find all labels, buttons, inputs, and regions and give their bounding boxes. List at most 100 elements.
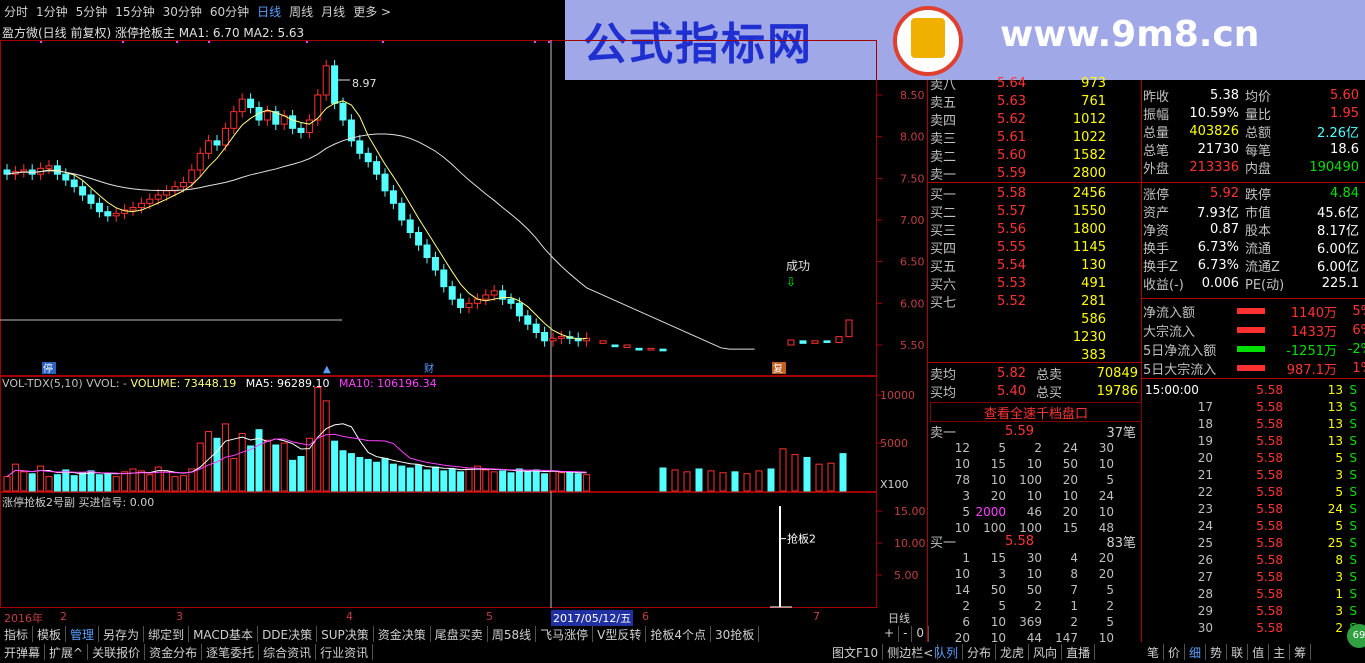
period-0[interactable]: 分时 (0, 3, 32, 20)
bids-row[interactable]: 383 (930, 346, 1106, 364)
depth-cell: 10 (954, 567, 970, 581)
toolbar-tab-8[interactable]: 资金决策 (374, 626, 431, 642)
toolbar-tab-3[interactable]: 另存为 (99, 626, 145, 642)
volume-bar (465, 467, 473, 492)
period-5[interactable]: 60分钟 (206, 3, 253, 20)
asks-row[interactable]: 卖三 5.61 1022 (930, 128, 1106, 147)
depth-row: 20 10 44 147 10 (934, 631, 1114, 645)
candle-body (331, 65, 339, 104)
tick-header: 15:00:00 5.58 13 S (1143, 381, 1365, 398)
top-marker-dot (548, 41, 550, 43)
toolbar-tab-1[interactable]: 模板 (33, 626, 67, 642)
tick-tab-7[interactable]: 筹 (1290, 644, 1312, 660)
bids-row[interactable]: 买七 5.52 281 (930, 292, 1106, 311)
tick-tab-0[interactable]: 笔 (1143, 644, 1165, 660)
ext-tab-1[interactable]: 扩展^ (45, 644, 89, 660)
asks-row[interactable]: 卖一 5.59 2800 (930, 164, 1106, 183)
period-4[interactable]: 30分钟 (159, 3, 206, 20)
volume-bar (213, 437, 221, 492)
tick-time: 28 (1197, 586, 1213, 601)
toolbar-tab-2[interactable]: 管理 (66, 626, 100, 642)
toolbar-tab-14[interactable]: 30抢板 (711, 626, 760, 642)
period-7[interactable]: 周线 (285, 3, 317, 20)
price-tick-label: 7.50 (900, 172, 925, 185)
tick-tab-3[interactable]: 势 (1206, 644, 1228, 660)
tick-tab-5[interactable]: 值 (1248, 644, 1270, 660)
tick-tab-2[interactable]: 细 (1185, 644, 1207, 660)
stat-key: 净资 (1143, 223, 1170, 239)
period-9[interactable]: 更多 > (349, 3, 395, 20)
volume-bar (457, 471, 465, 492)
tick-row: 27 5.58 3 S (1143, 568, 1365, 585)
f10-tab-0[interactable]: 图文F10 (828, 644, 884, 660)
ext-tab-5[interactable]: 综合资讯 (259, 644, 317, 660)
badge-icon[interactable]: 69 (1347, 624, 1365, 648)
toolbar-tab-6[interactable]: DDE决策 (258, 626, 318, 642)
toolbar-tab-13[interactable]: 抢板4个点 (646, 626, 711, 642)
period-3[interactable]: 15分钟 (111, 3, 158, 20)
candle-body (440, 269, 448, 288)
depth-cell: 2 (1070, 615, 1078, 629)
date-period: 日线 (888, 612, 910, 625)
toolbar-tab-4[interactable]: 绑定到 (144, 626, 190, 642)
book-volume: 1012 (1072, 111, 1106, 127)
asks-row[interactable]: 卖八 5.64 973 (930, 74, 1106, 93)
panel-tab-2[interactable]: 龙虎 (996, 644, 1030, 660)
asks-row[interactable]: 卖二 5.60 1582 (930, 146, 1106, 165)
book-price: 5.53 (997, 275, 1026, 291)
panel-tab-3[interactable]: 风向 (1029, 644, 1063, 660)
toolbar-tab-9[interactable]: 尾盘买卖 (431, 626, 488, 642)
volume-bar (104, 473, 112, 492)
bids-row[interactable]: 1230 (930, 328, 1106, 346)
tick-flag: S (1349, 484, 1357, 499)
bids-row[interactable]: 586 (930, 310, 1106, 328)
book-price: 5.63 (997, 93, 1026, 109)
period-6[interactable]: 日线 (253, 3, 285, 20)
f10-toolbar: 图文F10 侧边栏< (828, 644, 939, 660)
bids-row[interactable]: 买三 5.56 1800 (930, 220, 1106, 239)
stat-key: 总量 (1143, 125, 1170, 141)
tick-tab-6[interactable]: 主 (1269, 644, 1291, 660)
bids-row[interactable]: 买五 5.54 130 (930, 256, 1106, 275)
toolbar-tab-5[interactable]: MACD基本 (189, 626, 259, 642)
volume-bar (87, 470, 95, 492)
panel-tab-1[interactable]: 分布 (963, 644, 997, 660)
panel-tab-0[interactable]: 队列 (930, 644, 964, 660)
tick-tab-4[interactable]: 联 (1227, 644, 1249, 660)
ext-tab-4[interactable]: 逐笔委托 (202, 644, 260, 660)
candle-body (205, 140, 213, 154)
ext-tab-0[interactable]: 开弹幕 (0, 644, 46, 660)
zoom-btn-1[interactable]: - (899, 626, 913, 642)
bids-row[interactable]: 买六 5.53 491 (930, 274, 1106, 293)
toolbar-tab-7[interactable]: SUP决策 (317, 626, 374, 642)
volume-bar (779, 448, 787, 492)
asks-row[interactable]: 卖四 5.62 1012 (930, 110, 1106, 129)
asks-row[interactable]: 卖五 5.63 761 (930, 92, 1106, 111)
depth-row: 10 15 10 50 10 (934, 457, 1114, 471)
toolbar-tab-11[interactable]: 飞马涨停 (536, 626, 594, 642)
bids-row[interactable]: 买四 5.55 1145 (930, 238, 1106, 257)
ext-tab-2[interactable]: 关联报价 (88, 644, 146, 660)
stat-value2: 1.95 (1330, 105, 1359, 121)
volume-bar (112, 476, 120, 492)
book-volume: 1145 (1072, 239, 1106, 255)
toolbar-tab-10[interactable]: 周58线 (488, 626, 537, 642)
bids-row[interactable]: 买二 5.57 1550 (930, 202, 1106, 221)
kline-chart[interactable]: 8.50 8.00 7.50 7.00 6.50 6.00 5.50 10000 5000 X10… (0, 40, 928, 610)
period-2[interactable]: 5分钟 (72, 3, 112, 20)
tick-tab-1[interactable]: 价 (1164, 644, 1186, 660)
period-1[interactable]: 1分钟 (32, 3, 72, 20)
ext-tab-6[interactable]: 行业资讯 (316, 644, 374, 660)
period-8[interactable]: 月线 (317, 3, 349, 20)
panel-tab-4[interactable]: 直播 (1062, 644, 1096, 660)
toolbar-tab-12[interactable]: V型反转 (593, 626, 647, 642)
zoom-btn-0[interactable]: + (880, 626, 900, 642)
book-price: 5.55 (997, 239, 1026, 255)
ext-tab-3[interactable]: 资金分布 (145, 644, 203, 660)
toolbar-tab-0[interactable]: 指标 (0, 626, 34, 642)
bids-row[interactable]: 买一 5.58 2456 (930, 184, 1106, 203)
stat-value: 6.73% (1197, 257, 1239, 273)
depth-button[interactable]: 查看全速千档盘口 (930, 402, 1142, 422)
tick-vol: 24 (1327, 501, 1343, 516)
tick-time: 29 (1197, 603, 1213, 618)
